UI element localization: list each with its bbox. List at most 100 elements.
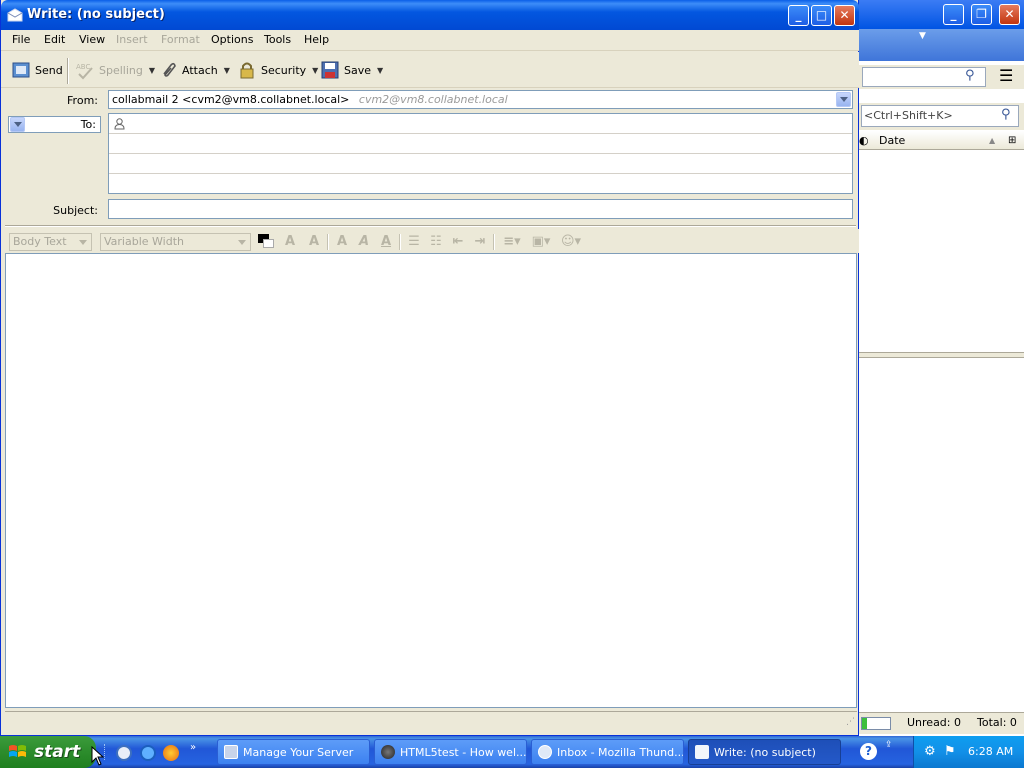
network-icon[interactable]: ⚙ bbox=[924, 744, 936, 759]
task-label: HTML5test - How wel... bbox=[400, 745, 527, 759]
server-manager-icon[interactable] bbox=[116, 745, 132, 761]
menu-edit[interactable]: Edit bbox=[44, 33, 65, 46]
align-icon[interactable]: ≡▾ bbox=[500, 234, 524, 249]
message-body-editor[interactable] bbox=[5, 253, 857, 708]
larger-font-icon[interactable]: A bbox=[306, 234, 322, 249]
underline-icon[interactable]: A bbox=[378, 234, 394, 249]
insert-object-icon[interactable]: ▣▾ bbox=[529, 234, 553, 249]
header-divider bbox=[5, 225, 856, 227]
subject-input[interactable] bbox=[108, 199, 853, 219]
compose-titlebar[interactable]: Write: (no subject) _ □ ✕ bbox=[1, 0, 859, 30]
column-date[interactable]: Date bbox=[879, 131, 905, 150]
app-menu-icon[interactable]: ☰ bbox=[999, 66, 1013, 85]
outdent-icon[interactable]: ⇤ bbox=[450, 234, 466, 249]
dropdown-arrow-icon[interactable]: ▼ bbox=[312, 66, 318, 75]
from-hint: cvm2@vm8.collabnet.local bbox=[358, 93, 508, 106]
start-button[interactable]: start bbox=[0, 736, 96, 768]
close-button[interactable]: ✕ bbox=[834, 5, 855, 26]
mouse-cursor-icon bbox=[91, 746, 105, 766]
background-thunderbird-window: _ ❐ ✕ ▼ ⚲ ☰ <Ctrl+Shift+K> ⚲ ◐ Date ▲ ⊞ … bbox=[858, 0, 1024, 736]
save-label: Save bbox=[344, 63, 372, 77]
svg-text:ABC: ABC bbox=[76, 63, 90, 71]
windows-logo-icon bbox=[9, 745, 26, 757]
dropdown-arrow-icon[interactable]: ▼ bbox=[377, 66, 383, 75]
person-icon bbox=[114, 118, 125, 130]
recipient-row[interactable] bbox=[109, 174, 852, 194]
to-label: To: bbox=[80, 118, 96, 131]
text-color-icon[interactable] bbox=[258, 234, 274, 249]
smaller-font-icon[interactable]: A bbox=[282, 234, 298, 249]
start-label: start bbox=[34, 742, 81, 762]
recipient-row[interactable] bbox=[109, 114, 852, 134]
tray-app-icon[interactable]: ⚑ bbox=[944, 744, 956, 759]
quick-launch-overflow-icon[interactable]: » bbox=[190, 742, 196, 753]
save-button[interactable]: Save ▼ bbox=[320, 58, 383, 82]
minimize-button[interactable]: _ bbox=[788, 5, 809, 26]
resize-grip-icon[interactable]: ⋰ bbox=[846, 717, 855, 727]
italic-icon[interactable]: A bbox=[356, 234, 372, 249]
task-manage-your-server[interactable]: Manage Your Server bbox=[217, 739, 370, 765]
help-icon[interactable]: ? bbox=[860, 743, 877, 760]
activity-progress bbox=[861, 717, 891, 730]
column-picker-icon[interactable]: ⊞ bbox=[1008, 131, 1016, 150]
from-value: collabmail 2 <cvm2@vm8.collabnet.local> bbox=[112, 93, 350, 106]
security-button[interactable]: Security ▼ bbox=[237, 58, 318, 82]
menu-file[interactable]: File bbox=[12, 33, 30, 46]
menu-insert[interactable]: Insert bbox=[116, 33, 148, 46]
language-bar-icon[interactable]: ⇪ bbox=[885, 740, 893, 750]
search-icon[interactable]: ⚲ bbox=[965, 68, 975, 83]
task-inbox-thunderbird[interactable]: Inbox - Mozilla Thund... bbox=[531, 739, 684, 765]
maximize-button[interactable]: □ bbox=[811, 5, 832, 26]
chevron-down-icon[interactable] bbox=[10, 117, 25, 132]
numbered-list-icon[interactable]: ☷ bbox=[428, 234, 444, 249]
close-button[interactable]: ✕ bbox=[999, 4, 1020, 25]
format-toolbar: Body Text Variable Width A A A A A ☰ ☷ ⇤… bbox=[1, 229, 859, 253]
thunderbird-icon bbox=[538, 745, 552, 759]
internet-explorer-icon[interactable] bbox=[140, 745, 156, 761]
security-label: Security bbox=[261, 63, 307, 77]
smiley-icon[interactable]: ☺▾ bbox=[559, 234, 583, 249]
minimize-button[interactable]: _ bbox=[943, 4, 964, 25]
clock[interactable]: 6:28 AM bbox=[968, 745, 1013, 758]
attach-button[interactable]: Attach ▼ bbox=[158, 58, 230, 82]
paragraph-style-select[interactable]: Body Text bbox=[9, 233, 92, 251]
compose-status-bar: ⋰ bbox=[5, 711, 857, 731]
menu-help[interactable]: Help bbox=[304, 33, 329, 46]
dropdown-arrow-icon[interactable]: ▼ bbox=[149, 66, 155, 75]
recipient-list[interactable] bbox=[108, 113, 853, 194]
indent-icon[interactable]: ⇥ bbox=[472, 234, 488, 249]
unread-count: Unread: 0 bbox=[907, 716, 961, 729]
recipient-type-select[interactable]: To: bbox=[8, 116, 101, 133]
thread-column-header: ◐ Date ▲ ⊞ bbox=[859, 131, 1024, 150]
menu-format[interactable]: Format bbox=[161, 33, 200, 46]
recipient-row[interactable] bbox=[109, 154, 852, 174]
menu-options[interactable]: Options bbox=[211, 33, 253, 46]
compose-toolbar: Send ABC Spelling ▼ Attach ▼ Security ▼ bbox=[1, 52, 859, 88]
menu-tools[interactable]: Tools bbox=[264, 33, 291, 46]
task-write-no-subject[interactable]: Write: (no subject) bbox=[688, 739, 841, 765]
bold-icon[interactable]: A bbox=[334, 234, 350, 249]
global-search-bar: ⚲ ☰ bbox=[859, 65, 1024, 89]
menu-bar: File Edit View Insert Format Options Too… bbox=[1, 30, 859, 51]
task-html5test[interactable]: HTML5test - How wel... bbox=[374, 739, 527, 765]
pane-splitter[interactable] bbox=[859, 352, 1024, 358]
restore-button[interactable]: ❐ bbox=[971, 4, 992, 25]
spelling-icon: ABC bbox=[76, 63, 93, 80]
spelling-button[interactable]: ABC Spelling ▼ bbox=[75, 58, 155, 82]
quick-filter-input[interactable]: <Ctrl+Shift+K> bbox=[861, 105, 1019, 127]
system-tray: ⚙ ⚑ 6:28 AM bbox=[913, 736, 1024, 768]
font-select[interactable]: Variable Width bbox=[100, 233, 251, 251]
from-label: From: bbox=[67, 94, 98, 107]
send-button[interactable]: Send bbox=[11, 58, 63, 82]
read-status-icon[interactable]: ◐ bbox=[859, 131, 869, 150]
dropdown-arrow-icon[interactable]: ▼ bbox=[224, 66, 230, 75]
task-label: Inbox - Mozilla Thund... bbox=[557, 745, 684, 759]
firefox-icon[interactable] bbox=[163, 745, 179, 761]
recipient-row[interactable] bbox=[109, 134, 852, 154]
from-dropdown-button[interactable] bbox=[836, 92, 851, 107]
chevron-down-icon[interactable]: ▼ bbox=[919, 31, 926, 41]
background-toolbar: ▼ bbox=[859, 29, 1024, 61]
from-field[interactable]: collabmail 2 <cvm2@vm8.collabnet.local> … bbox=[108, 90, 853, 109]
bullet-list-icon[interactable]: ☰ bbox=[406, 234, 422, 249]
menu-view[interactable]: View bbox=[79, 33, 105, 46]
